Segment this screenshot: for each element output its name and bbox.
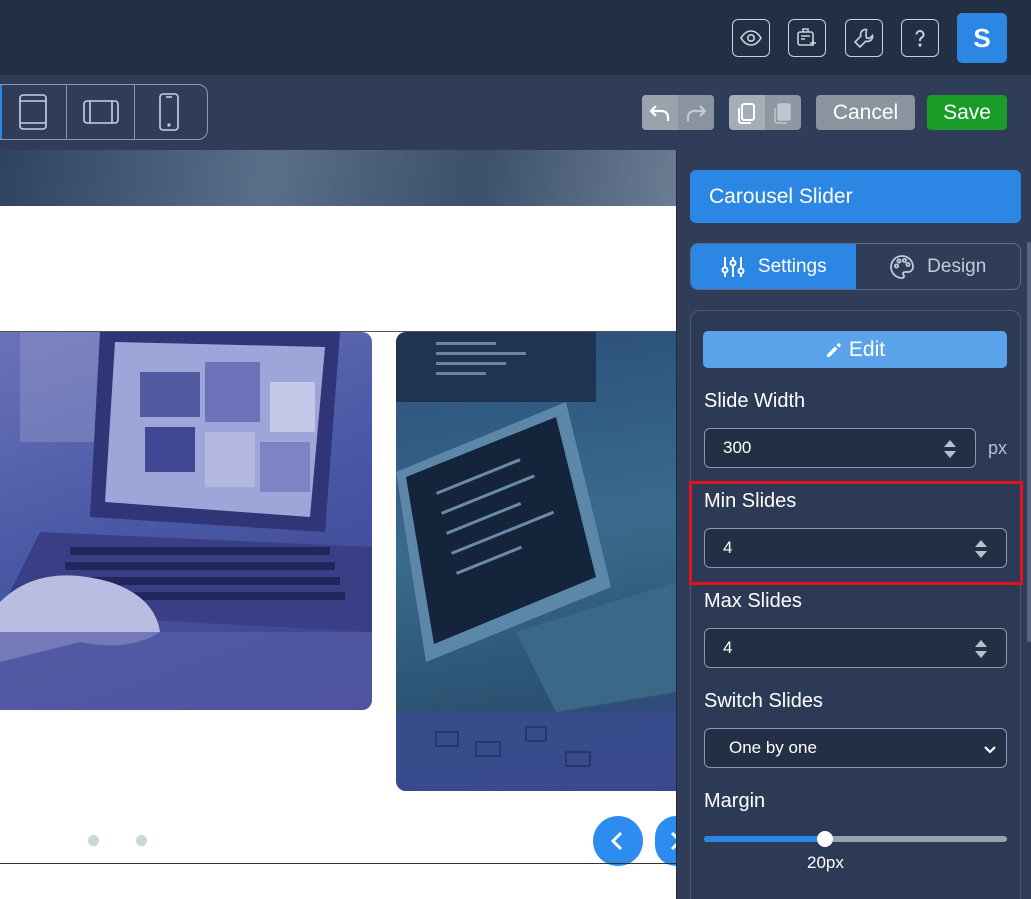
margin-value: 20px <box>807 853 844 872</box>
panel-title: Carousel Slider <box>690 170 1021 223</box>
pagination-dot[interactable] <box>136 835 147 846</box>
wrench-icon <box>853 28 874 49</box>
user-avatar[interactable]: S <box>957 13 1007 63</box>
dashboard-add-icon <box>797 28 816 46</box>
device-desktop-button[interactable] <box>0 85 67 139</box>
panel-scrollbar[interactable] <box>1027 242 1031 642</box>
laptop-photo <box>0 332 372 710</box>
pagination-dot[interactable] <box>88 835 99 846</box>
tablet-icon <box>18 94 47 130</box>
margin-slider-fill <box>704 836 826 842</box>
coding-photo <box>396 332 676 791</box>
help-button[interactable] <box>901 19 939 57</box>
spinner-arrows-icon[interactable] <box>974 637 988 661</box>
slide-width-unit: px <box>988 438 1008 458</box>
tablet-landscape-icon <box>82 100 119 124</box>
preview-button[interactable] <box>732 19 770 57</box>
carousel-slide-laptop[interactable] <box>0 332 372 710</box>
carousel-slide-coding[interactable] <box>396 332 676 791</box>
tab-design[interactable]: Design <box>856 244 1021 289</box>
mobile-icon <box>159 93 179 131</box>
device-tablet-landscape-button[interactable] <box>67 85 135 139</box>
tab-design-label: Design <box>927 255 987 277</box>
undo-icon <box>649 104 670 121</box>
hero-image <box>0 150 676 206</box>
paste-button[interactable] <box>765 95 801 130</box>
margin-label: Margin <box>704 790 766 812</box>
chevron-down-icon <box>984 746 996 754</box>
max-slides-value: 4 <box>723 638 733 657</box>
tab-settings-label: Settings <box>757 255 827 277</box>
top-bar: S <box>0 0 1031 75</box>
slide-width-value: 300 <box>723 438 752 457</box>
editor-toolbar: Cancel Save <box>0 75 1031 150</box>
undo-button[interactable] <box>642 95 678 130</box>
min-slides-highlight <box>689 481 1023 585</box>
redo-button[interactable] <box>678 95 714 130</box>
add-widget-button[interactable] <box>788 19 826 57</box>
slide-width-label: Slide Width <box>704 390 806 412</box>
chevron-right-icon <box>670 831 676 851</box>
pencil-icon <box>826 342 841 357</box>
copy-icon <box>738 102 755 124</box>
undo-redo-group <box>642 95 714 130</box>
sliders-icon <box>721 256 745 277</box>
copy-group <box>729 95 801 130</box>
copy-button[interactable] <box>729 95 765 130</box>
redo-icon <box>686 104 707 121</box>
switch-slides-value: One by one <box>729 738 817 757</box>
panel-tabs: Settings Design <box>690 243 1021 290</box>
carousel-next-button[interactable] <box>655 816 676 866</box>
device-switcher <box>0 84 208 140</box>
edit-label: Edit <box>848 337 886 361</box>
settings-panel: Carousel Slider Settings Design Edit Sli… <box>676 150 1031 899</box>
palette-icon <box>890 254 915 279</box>
eye-icon <box>740 30 762 46</box>
save-button[interactable]: Save <box>927 95 1007 130</box>
chevron-left-icon <box>610 831 623 851</box>
paste-icon <box>774 102 791 124</box>
switch-slides-label: Switch Slides <box>704 690 823 712</box>
edit-button[interactable]: Edit <box>703 331 1007 368</box>
max-slides-label: Max Slides <box>704 590 802 612</box>
cancel-button[interactable]: Cancel <box>816 95 915 130</box>
max-slides-input[interactable]: 4 <box>704 628 1007 668</box>
canvas-bottom-border <box>0 863 676 864</box>
carousel-prev-button[interactable] <box>593 816 643 866</box>
tab-settings[interactable]: Settings <box>691 244 856 289</box>
device-mobile-button[interactable] <box>135 85 203 139</box>
margin-slider-track[interactable] <box>704 836 1007 842</box>
spinner-arrows-icon[interactable] <box>943 437 957 461</box>
tools-button[interactable] <box>845 19 883 57</box>
slide-width-input[interactable]: 300 <box>704 428 976 468</box>
switch-slides-select[interactable]: One by one <box>704 728 1007 768</box>
help-icon <box>915 30 925 47</box>
